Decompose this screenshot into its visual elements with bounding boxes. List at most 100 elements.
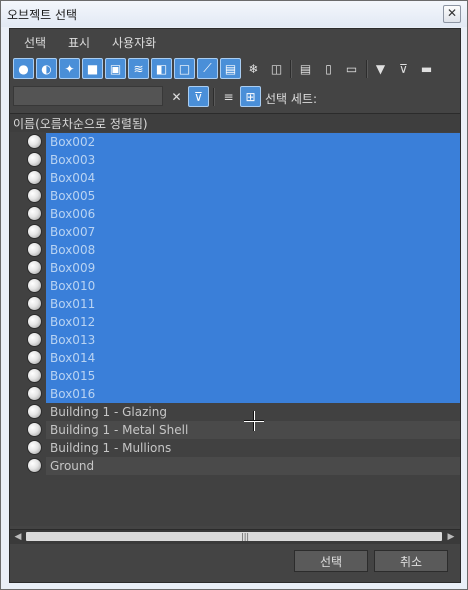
object-name: Box008 — [50, 243, 96, 257]
cameras-icon[interactable]: ■ — [82, 58, 103, 79]
object-visibility-icon[interactable] — [28, 405, 41, 418]
close-button[interactable]: ✕ — [443, 5, 461, 23]
object-visibility-icon[interactable] — [28, 243, 41, 256]
object-visibility-icon[interactable] — [28, 333, 41, 346]
clear-search-icon[interactable]: ✕ — [166, 86, 187, 107]
crosshair-cursor-icon — [244, 411, 264, 431]
object-visibility-icon[interactable] — [28, 297, 41, 310]
object-name: Box007 — [50, 225, 96, 239]
object-name: Box013 — [50, 333, 96, 347]
row-highlight — [46, 277, 460, 295]
search-row: ✕ ⊽ ≡ ⊞ 선택 세트: — [10, 84, 460, 110]
object-name: Box004 — [50, 171, 96, 185]
list-item[interactable]: Box007 — [10, 223, 460, 241]
object-name: Box006 — [50, 207, 96, 221]
layers-icon[interactable]: ≡ — [218, 86, 239, 107]
object-visibility-icon[interactable] — [28, 441, 41, 454]
bones-icon[interactable]: ⟋ — [197, 58, 218, 79]
select-objects-window: 오브젝트 선택 ✕ 선택 표시 사용자화 ● ◐ ✦ ■ ▣ ≋ ◧ □ ⟋ ▤… — [0, 0, 468, 590]
horizontal-scrollbar[interactable]: ◀ ||| ▶ — [10, 529, 460, 544]
object-visibility-icon[interactable] — [28, 135, 41, 148]
select-button[interactable]: 선택 — [294, 550, 368, 572]
filter-toolbar: ● ◐ ✦ ■ ▣ ≋ ◧ □ ⟋ ▤ ❄ ◫ ▤ ▯ ▭ ▼ ⊽ ▬ — [10, 56, 460, 82]
lights-icon[interactable]: ✦ — [59, 58, 80, 79]
geometry-icon[interactable]: ● — [13, 58, 34, 79]
title-bar[interactable]: 오브젝트 선택 ✕ — [1, 1, 467, 27]
window-title: 오브젝트 선택 — [7, 8, 78, 22]
list-item[interactable]: Box011 — [10, 295, 460, 313]
object-visibility-icon[interactable] — [28, 351, 41, 364]
object-visibility-icon[interactable] — [28, 459, 41, 472]
scroll-left-icon[interactable]: ◀ — [12, 531, 24, 543]
list-item[interactable]: Box002 — [10, 133, 460, 151]
object-name: Ground — [50, 459, 95, 473]
list-item[interactable]: Box012 — [10, 313, 460, 331]
list-all-icon[interactable]: ▤ — [295, 58, 316, 79]
list-item[interactable]: Building 1 - Metal Shell — [10, 421, 460, 439]
object-visibility-icon[interactable] — [28, 423, 41, 436]
list-item[interactable]: Box006 — [10, 205, 460, 223]
list-item[interactable]: Box013 — [10, 331, 460, 349]
filter-extra-icon[interactable]: ▬ — [416, 58, 437, 79]
find-case-icon[interactable]: ⊽ — [188, 86, 209, 107]
name-column-header[interactable]: 이름(오름차순으로 정렬됨) — [10, 113, 460, 133]
shapes-icon[interactable]: ◐ — [36, 58, 57, 79]
search-input[interactable] — [13, 86, 163, 106]
containers-icon[interactable]: ▤ — [220, 58, 241, 79]
row-highlight — [46, 241, 460, 259]
row-highlight — [46, 187, 460, 205]
object-name: Box005 — [50, 189, 96, 203]
object-list[interactable]: Box002 Box003 Box004 Box005 Box006 Box007 Box0… — [10, 132, 460, 526]
row-highlight — [46, 133, 460, 151]
object-visibility-icon[interactable] — [28, 279, 41, 292]
hierarchy-icon[interactable]: ⊞ — [240, 86, 261, 107]
hidden-icon[interactable]: ◫ — [266, 58, 287, 79]
object-visibility-icon[interactable] — [28, 189, 41, 202]
groups-icon[interactable]: ◧ — [151, 58, 172, 79]
object-visibility-icon[interactable] — [28, 225, 41, 238]
filter-icon[interactable]: ▼ — [370, 58, 391, 79]
xrefs-icon[interactable]: □ — [174, 58, 195, 79]
selection-set-label: 선택 세트: — [265, 92, 318, 106]
frozen-icon[interactable]: ❄ — [243, 58, 264, 79]
object-visibility-icon[interactable] — [28, 387, 41, 400]
helpers-icon[interactable]: ▣ — [105, 58, 126, 79]
object-visibility-icon[interactable] — [28, 261, 41, 274]
list-item[interactable]: Box005 — [10, 187, 460, 205]
list-item[interactable]: Building 1 - Mullions — [10, 439, 460, 457]
list-item[interactable]: Ground — [10, 457, 460, 475]
list-invert-icon[interactable]: ▭ — [341, 58, 362, 79]
object-name: Building 1 - Metal Shell — [50, 423, 189, 437]
scroll-thumb[interactable]: ||| — [26, 532, 442, 541]
object-visibility-icon[interactable] — [28, 153, 41, 166]
object-name: Box002 — [50, 135, 96, 149]
object-visibility-icon[interactable] — [28, 369, 41, 382]
list-item[interactable]: Box009 — [10, 259, 460, 277]
object-name: Box014 — [50, 351, 96, 365]
menu-customize[interactable]: 사용자화 — [112, 34, 156, 51]
list-item[interactable]: Box014 — [10, 349, 460, 367]
list-item[interactable]: Box010 — [10, 277, 460, 295]
list-item[interactable]: Box003 — [10, 151, 460, 169]
filter-options-icon[interactable]: ⊽ — [393, 58, 414, 79]
row-highlight — [46, 385, 460, 403]
row-highlight — [46, 367, 460, 385]
space-warps-icon[interactable]: ≋ — [128, 58, 149, 79]
list-item[interactable]: Box015 — [10, 367, 460, 385]
row-highlight — [46, 331, 460, 349]
object-visibility-icon[interactable] — [28, 315, 41, 328]
row-highlight — [46, 457, 460, 475]
list-item[interactable]: Box004 — [10, 169, 460, 187]
object-visibility-icon[interactable] — [28, 171, 41, 184]
list-item[interactable]: Box008 — [10, 241, 460, 259]
list-none-icon[interactable]: ▯ — [318, 58, 339, 79]
scroll-right-icon[interactable]: ▶ — [445, 531, 457, 543]
object-visibility-icon[interactable] — [28, 207, 41, 220]
list-item[interactable]: Box016 — [10, 385, 460, 403]
cancel-button[interactable]: 취소 — [374, 550, 448, 572]
list-item[interactable]: Building 1 - Glazing — [10, 403, 460, 421]
menu-select[interactable]: 선택 — [24, 34, 46, 51]
menu-display[interactable]: 표시 — [68, 34, 90, 51]
row-highlight — [46, 169, 460, 187]
toolbar-separator — [213, 88, 215, 106]
